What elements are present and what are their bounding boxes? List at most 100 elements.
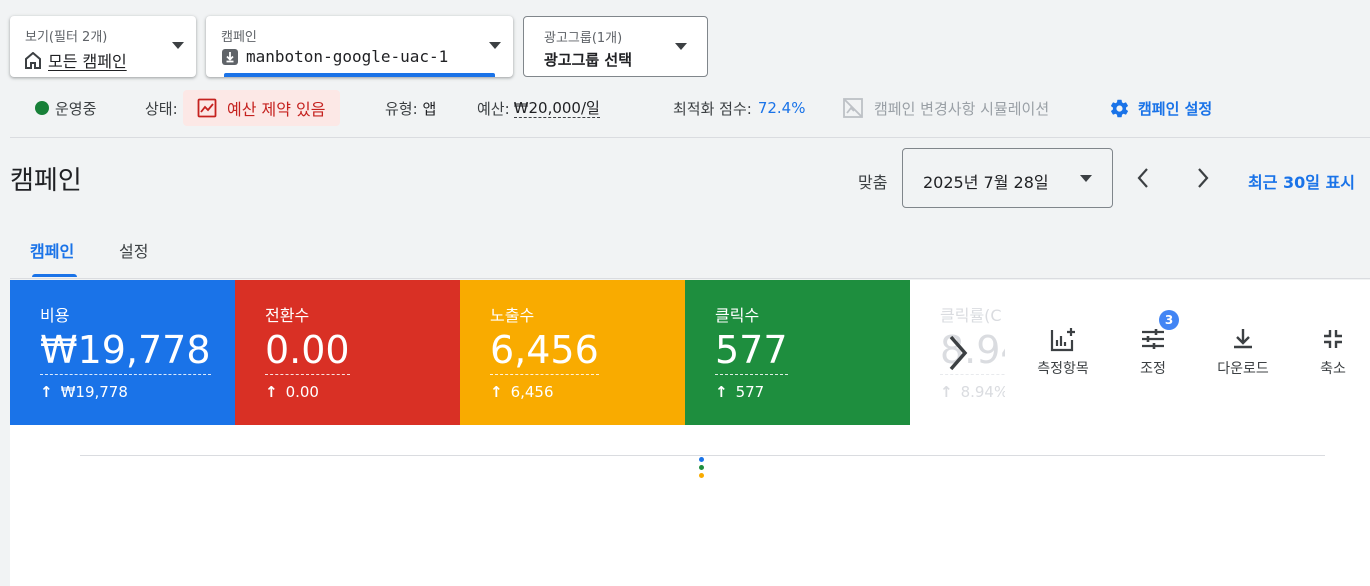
loading-spinner: [699, 457, 705, 481]
running-status-label: 운영중: [55, 99, 97, 118]
budget-info: 예산: ₩20,000/일: [477, 90, 600, 126]
simulate-changes-link: 캠페인 변경사항 시뮬레이션: [842, 90, 1049, 126]
next-metrics-button[interactable]: [938, 328, 978, 378]
view-selector-label: 보기(필터 2개): [25, 30, 108, 45]
metric-delta: ↑ ₩19,778: [40, 383, 128, 401]
adjust-button[interactable]: 3 조정: [1108, 310, 1198, 378]
download-icon: [1234, 329, 1252, 349]
show-last-30-days-link[interactable]: 최근 30일 표시: [1248, 169, 1355, 193]
campaign-settings-link[interactable]: 캠페인 설정: [1109, 90, 1212, 126]
metric-delta: ↑ 577: [715, 383, 764, 401]
budget-limited-text: 예산 제약 있음: [227, 100, 326, 119]
metric-value: 577: [715, 326, 788, 375]
date-range-label: 맞춤: [858, 173, 888, 192]
metric-delta-value: 8.94%: [960, 383, 1005, 401]
add-chart-icon: [1050, 328, 1075, 352]
adgroup-selector-label: 광고그룹(1개): [544, 31, 623, 46]
date-range-value: 2025년 7월 28일: [923, 173, 1049, 192]
budget-limited-chip[interactable]: 예산 제약 있음: [183, 90, 340, 126]
chart-baseline: [80, 455, 1325, 456]
metric-card-impressions[interactable]: 노출수 6,456 ↑ 6,456: [460, 280, 685, 425]
adjust-badge: 3: [1159, 310, 1179, 330]
metric-cards: 비용 ₩19,778 ↑ ₩19,778 전환수 0.00 ↑ 0.00 노출수 6…: [10, 280, 1370, 425]
metric-label: 클릭률(C: [940, 306, 1002, 325]
metric-card-cost[interactable]: 비용 ₩19,778 ↑ ₩19,778: [10, 280, 235, 425]
download-button[interactable]: 다운로드: [1198, 324, 1288, 378]
arrow-up-icon: ↑: [265, 383, 278, 401]
metrics-button-label: 측정항목: [1037, 361, 1089, 377]
tab-settings[interactable]: 설정: [119, 238, 148, 262]
chevron-down-icon: [172, 42, 184, 49]
metric-value: 0.00: [265, 326, 350, 375]
campaign-settings-text: 캠페인 설정: [1138, 99, 1213, 118]
date-range-selector[interactable]: 2025년 7월 28일: [902, 148, 1113, 208]
collapse-button-label: 축소: [1320, 361, 1346, 377]
metric-delta: ↑ 0.00: [265, 383, 319, 401]
campaign-selector-label: 캠페인: [221, 30, 257, 45]
metric-label: 노출수: [490, 306, 535, 325]
metric-card-conversions[interactable]: 전환수 0.00 ↑ 0.00: [235, 280, 460, 425]
budget-label: 예산:: [477, 99, 510, 118]
previous-period-button[interactable]: [1128, 163, 1158, 193]
metric-delta: ↑ 6,456: [490, 383, 554, 401]
page-title: 캠페인: [10, 166, 82, 196]
simulate-changes-text: 캠페인 변경사항 시뮬레이션: [874, 99, 1050, 118]
app-download-icon: [222, 48, 238, 65]
campaign-selector[interactable]: 캠페인 manboton-google-uac-1: [206, 16, 513, 77]
active-tab-indicator: [32, 274, 77, 277]
metric-delta-value: 0.00: [285, 383, 319, 401]
tab-campaign[interactable]: 캠페인: [30, 238, 74, 262]
arrow-up-icon: ↑: [940, 383, 953, 401]
budget-value[interactable]: ₩20,000/일: [513, 99, 600, 118]
optimization-score: 최적화 점수: 72.4%: [673, 90, 805, 126]
divider: [10, 278, 1370, 279]
view-selector-value: 모든 캠페인: [48, 52, 127, 71]
metric-delta: ↑ 8.94%: [940, 383, 1005, 401]
chevron-right-icon: [1198, 168, 1209, 188]
chevron-down-icon: [489, 42, 501, 49]
metric-card-clicks[interactable]: 클릭수 577 ↑ 577: [685, 280, 910, 425]
optimization-score-label: 최적화 점수:: [673, 99, 752, 118]
metric-delta-value: 6,456: [510, 383, 554, 401]
tune-icon: [1142, 329, 1164, 349]
gear-icon: [1110, 99, 1129, 117]
running-status: 운영중: [35, 90, 96, 126]
performance-chart: [10, 425, 1370, 586]
type-info: 유형: 앱: [385, 90, 436, 126]
chevron-down-icon: [1080, 175, 1092, 182]
status-dot-icon: [35, 101, 49, 115]
home-icon: [25, 51, 41, 69]
optimization-score-value[interactable]: 72.4%: [758, 99, 806, 117]
type-value: 앱: [422, 99, 437, 118]
divider: [10, 137, 1370, 138]
type-label: 유형:: [385, 99, 418, 118]
image-off-icon: [843, 98, 863, 118]
loading-dot: [699, 465, 704, 470]
metric-value: ₩19,778: [40, 326, 211, 375]
selected-indicator: [224, 73, 495, 77]
metric-delta-value: ₩19,778: [60, 383, 128, 401]
campaign-selector-value: manboton-google-uac-1: [246, 47, 449, 66]
loading-dot: [699, 457, 704, 462]
metric-label: 전환수: [265, 306, 310, 325]
arrow-up-icon: ↑: [40, 383, 53, 401]
metric-label: 비용: [40, 306, 70, 325]
collapse-button[interactable]: 축소: [1288, 324, 1370, 378]
chevron-right-icon: [949, 335, 968, 371]
metric-label: 클릭수: [715, 306, 760, 325]
collapse-icon: [1324, 330, 1342, 348]
state-label: 상태:: [145, 99, 178, 118]
metrics-button[interactable]: 측정항목: [1018, 324, 1108, 378]
trending-chart-icon: [197, 98, 217, 118]
metric-delta-value: 577: [735, 383, 765, 401]
arrow-up-icon: ↑: [490, 383, 503, 401]
chevron-left-icon: [1137, 168, 1148, 188]
download-button-label: 다운로드: [1217, 361, 1269, 377]
adjust-button-label: 조정: [1140, 361, 1166, 377]
view-selector[interactable]: 보기(필터 2개) 모든 캠페인: [10, 16, 196, 77]
next-period-button[interactable]: [1188, 163, 1218, 193]
adgroup-selector-value: 광고그룹 선택: [544, 51, 633, 69]
adgroup-selector[interactable]: 광고그룹(1개) 광고그룹 선택: [523, 16, 708, 77]
campaign-status-bar: 운영중 상태: 예산 제약 있음 유형: 앱 예산: ₩20,000/일 최적화…: [0, 90, 1370, 126]
metric-value: 6,456: [490, 326, 599, 375]
